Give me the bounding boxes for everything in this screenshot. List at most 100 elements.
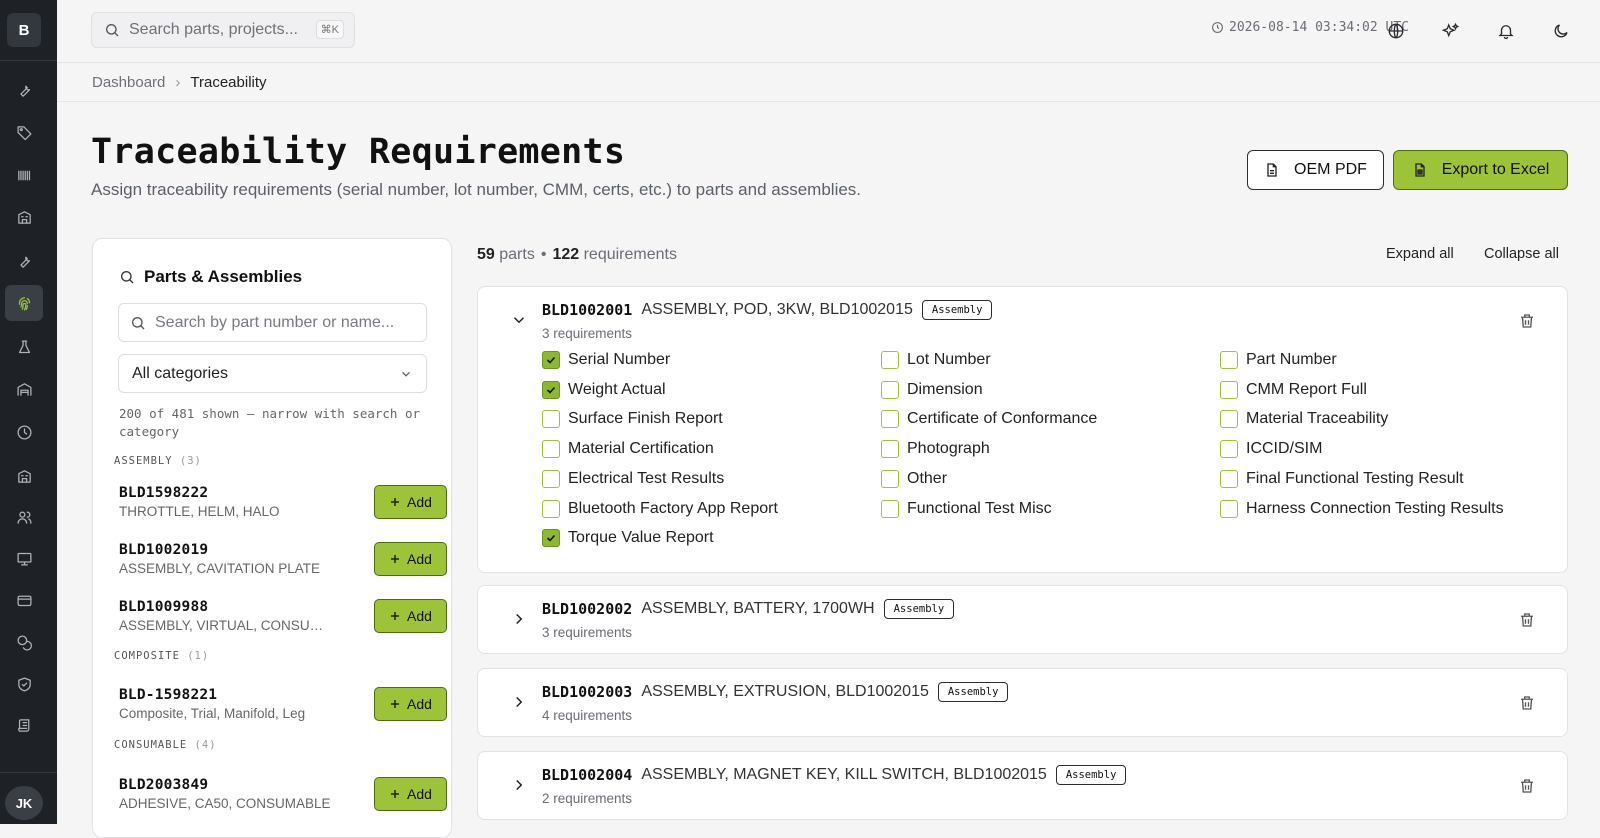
requirement-option[interactable]: Torque Value Report bbox=[542, 529, 714, 548]
global-search-input[interactable]: Search parts, projects... ⌘K bbox=[91, 12, 355, 48]
breadcrumb-dashboard[interactable]: Dashboard bbox=[92, 74, 165, 91]
sidebar-item-6[interactable] bbox=[5, 285, 43, 321]
requirement-option[interactable]: Lot Number bbox=[881, 351, 991, 369]
requirement-option[interactable]: Dimension bbox=[881, 380, 983, 399]
requirement-checkbox[interactable] bbox=[881, 499, 899, 518]
sidebar-item-7[interactable] bbox=[5, 329, 43, 365]
trash-icon[interactable] bbox=[1518, 694, 1536, 712]
sidebar-item-9[interactable] bbox=[5, 414, 43, 450]
bell-icon[interactable] bbox=[1494, 19, 1518, 43]
requirement-option[interactable]: Functional Test Misc bbox=[881, 499, 1052, 518]
requirement-checkbox[interactable] bbox=[542, 440, 560, 459]
sidebar-item-4[interactable] bbox=[5, 199, 43, 235]
user-avatar[interactable]: JK bbox=[5, 786, 43, 820]
requirement-option[interactable]: Material Traceability bbox=[1220, 410, 1388, 429]
requirement-checkbox[interactable] bbox=[881, 410, 899, 429]
requirement-option[interactable]: Surface Finish Report bbox=[542, 410, 723, 429]
chevron-down-icon[interactable] bbox=[510, 311, 528, 329]
chevron-right-icon[interactable] bbox=[510, 776, 528, 794]
requirement-option[interactable]: Serial Number bbox=[542, 351, 670, 369]
add-part-label: Add bbox=[407, 696, 432, 712]
sidebar-item-15[interactable] bbox=[5, 666, 43, 702]
sidebar-divider bbox=[0, 772, 57, 773]
chevron-right-icon[interactable] bbox=[510, 610, 528, 628]
requirement-checkbox[interactable] bbox=[881, 469, 899, 488]
clock-icon bbox=[16, 424, 33, 441]
add-part-button[interactable]: Add bbox=[374, 542, 447, 576]
sparkles-icon[interactable] bbox=[1439, 19, 1463, 43]
add-part-button[interactable]: Add bbox=[374, 599, 447, 633]
requirement-checkbox[interactable] bbox=[542, 380, 560, 399]
fingerprint-icon bbox=[16, 295, 33, 312]
requirement-option[interactable]: Harness Connection Testing Results bbox=[1220, 499, 1504, 518]
plus-icon bbox=[389, 496, 401, 508]
part-requirement-card: BLD1002004 ASSEMBLY, MAGNET KEY, KILL SWI… bbox=[477, 751, 1568, 820]
requirement-option[interactable]: Bluetooth Factory App Report bbox=[542, 499, 778, 518]
requirement-checkbox[interactable] bbox=[542, 529, 560, 548]
sidebar-item-3[interactable] bbox=[5, 157, 43, 193]
requirement-option[interactable]: Photograph bbox=[881, 440, 990, 459]
requirement-checkbox[interactable] bbox=[1220, 440, 1238, 459]
add-part-button[interactable]: Add bbox=[374, 687, 447, 721]
requirement-checkbox[interactable] bbox=[881, 351, 899, 369]
requirement-checkbox[interactable] bbox=[1220, 499, 1238, 518]
add-part-label: Add bbox=[407, 551, 432, 567]
requirement-checkbox[interactable] bbox=[542, 499, 560, 518]
requirement-checkbox[interactable] bbox=[881, 440, 899, 459]
sidebar-item-12[interactable] bbox=[5, 540, 43, 576]
requirement-option[interactable]: Material Certification bbox=[542, 440, 714, 459]
requirement-checkbox[interactable] bbox=[881, 380, 899, 399]
requirement-checkbox[interactable] bbox=[1220, 351, 1238, 369]
trash-icon[interactable] bbox=[1518, 611, 1536, 629]
export-excel-button[interactable]: Export to Excel bbox=[1393, 150, 1568, 190]
requirement-checkbox[interactable] bbox=[1220, 410, 1238, 429]
requirement-checkbox[interactable] bbox=[542, 469, 560, 488]
oem-pdf-button[interactable]: OEM PDF bbox=[1247, 150, 1384, 190]
sidebar-item-14[interactable] bbox=[5, 624, 43, 660]
requirement-option[interactable]: ICCID/SIM bbox=[1220, 440, 1323, 459]
expand-all-button[interactable]: Expand all bbox=[1386, 246, 1454, 262]
requirement-option[interactable]: Certificate of Conformance bbox=[881, 410, 1097, 429]
group-name: ASSEMBLY bbox=[114, 455, 173, 467]
part-search-input[interactable]: Search by part number or name... bbox=[118, 303, 427, 342]
requirement-checkbox[interactable] bbox=[1220, 469, 1238, 488]
sidebar-item-8[interactable] bbox=[5, 371, 43, 407]
requirement-option[interactable]: Final Functional Testing Result bbox=[1220, 469, 1464, 488]
requirement-option[interactable]: Weight Actual bbox=[542, 380, 666, 399]
requirement-option[interactable]: Part Number bbox=[1220, 351, 1337, 369]
card-part-name: ASSEMBLY, MAGNET KEY, KILL SWITCH, BLD10… bbox=[641, 766, 1047, 783]
card-header: BLD1002001 ASSEMBLY, POD, 3KW, BLD1002015… bbox=[542, 300, 993, 320]
requirement-label: Weight Actual bbox=[568, 380, 666, 398]
spreadsheet-icon bbox=[1412, 162, 1428, 178]
globe-icon[interactable] bbox=[1384, 19, 1408, 43]
chevron-right-icon[interactable] bbox=[510, 693, 528, 711]
sidebar-item-11[interactable] bbox=[5, 499, 43, 535]
requirement-checkbox[interactable] bbox=[1220, 380, 1238, 399]
requirement-label: ICCID/SIM bbox=[1246, 440, 1323, 458]
requirement-label: Electrical Test Results bbox=[568, 469, 725, 487]
sidebar-item-5[interactable] bbox=[5, 243, 43, 279]
requirement-option[interactable]: Electrical Test Results bbox=[542, 469, 725, 488]
requirement-checkbox[interactable] bbox=[542, 351, 560, 369]
sidebar-item-10[interactable] bbox=[5, 458, 43, 494]
requirement-label: Final Functional Testing Result bbox=[1246, 469, 1464, 487]
part-type-badge: Assembly bbox=[883, 599, 955, 619]
add-part-button[interactable]: Add bbox=[374, 777, 447, 811]
requirement-checkbox[interactable] bbox=[542, 410, 560, 429]
requirement-option[interactable]: Other bbox=[881, 469, 947, 488]
moon-icon[interactable] bbox=[1549, 19, 1573, 43]
requirement-option[interactable]: CMM Report Full bbox=[1220, 380, 1367, 399]
sidebar-item-16[interactable] bbox=[5, 707, 43, 743]
app-logo[interactable]: B bbox=[7, 13, 41, 47]
sidebar-item-2[interactable] bbox=[5, 114, 43, 150]
trash-icon[interactable] bbox=[1518, 777, 1536, 795]
sidebar-item-1[interactable] bbox=[5, 72, 43, 108]
card-header: BLD1002003 ASSEMBLY, EXTRUSION, BLD100201… bbox=[542, 682, 1009, 702]
requirement-label: Lot Number bbox=[907, 351, 991, 368]
trash-icon[interactable] bbox=[1518, 312, 1536, 330]
collapse-all-button[interactable]: Collapse all bbox=[1484, 246, 1559, 262]
sidebar-item-13[interactable] bbox=[5, 582, 43, 618]
add-part-button[interactable]: Add bbox=[374, 485, 447, 519]
export-excel-label: Export to Excel bbox=[1441, 161, 1550, 178]
category-select[interactable]: All categories bbox=[118, 354, 427, 393]
